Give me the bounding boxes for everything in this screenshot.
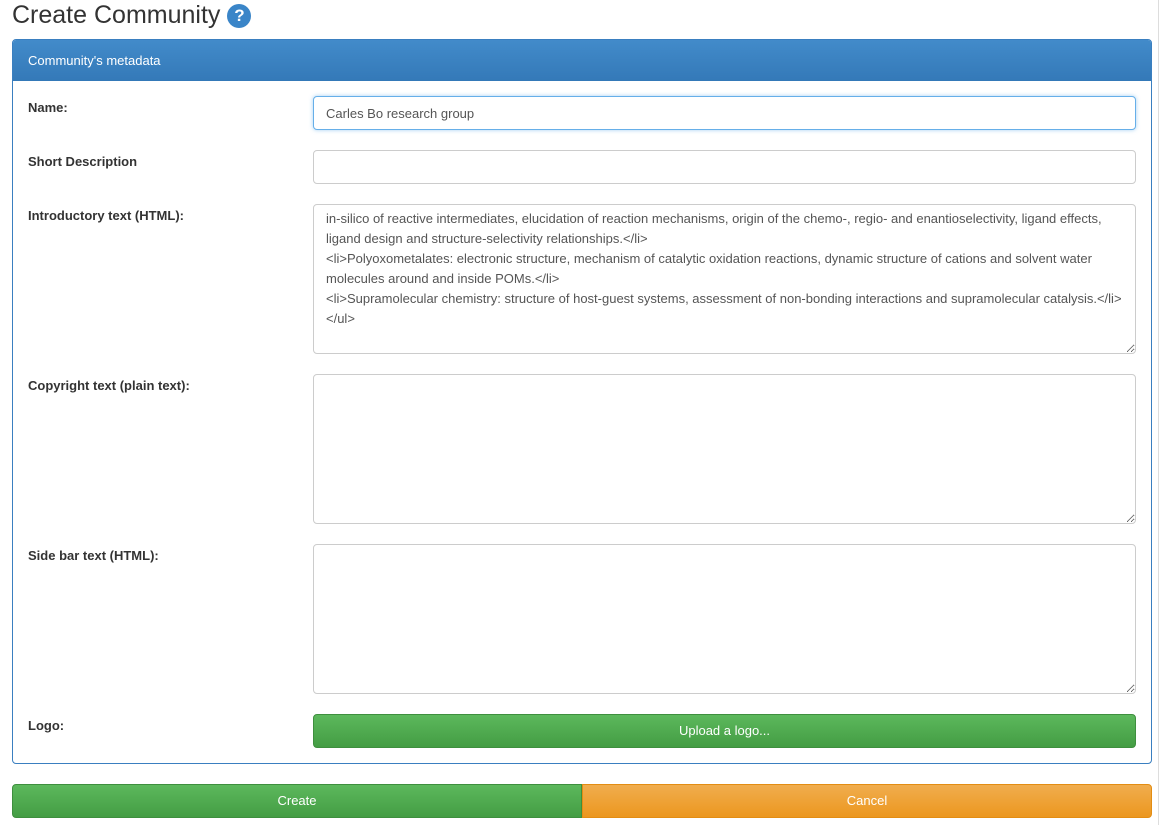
introductory-text-textarea[interactable] [313, 204, 1136, 354]
short-description-label: Short Description [28, 154, 138, 169]
name-input[interactable] [313, 96, 1136, 130]
page-title-text: Create Community [12, 1, 221, 29]
name-label: Name: [28, 100, 68, 115]
panel-title: Community's metadata [13, 40, 1151, 81]
create-button[interactable]: Create [12, 784, 582, 818]
side-bar-text-textarea[interactable] [313, 544, 1136, 694]
upload-logo-button[interactable]: Upload a logo... [313, 714, 1136, 748]
copyright-text-textarea[interactable] [313, 374, 1136, 524]
page-title: Create Community? [12, 1, 252, 30]
side-bar-text-label: Side bar text (HTML): [28, 548, 159, 563]
metadata-panel: Community's metadata Name: Short Descrip… [12, 39, 1152, 764]
introductory-text-label: Introductory text (HTML): [28, 208, 184, 223]
short-description-input[interactable] [313, 150, 1136, 184]
question-circle-icon[interactable]: ? [227, 3, 252, 28]
copyright-text-label: Copyright text (plain text): [28, 378, 190, 393]
cancel-button[interactable]: Cancel [582, 784, 1152, 818]
logo-label: Logo: [28, 718, 65, 733]
